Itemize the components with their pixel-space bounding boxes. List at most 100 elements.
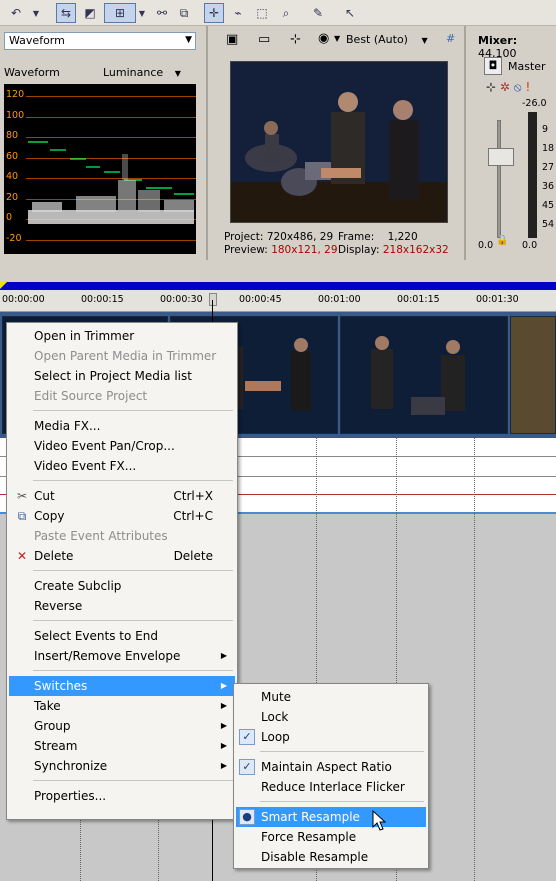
menu-separator [33, 780, 233, 781]
menu-item-shortcut: Delete [173, 549, 213, 563]
switch-item-force-resample[interactable]: Force Resample [236, 827, 426, 847]
menu-item-label: Select in Project Media list [34, 369, 192, 383]
menu-item-reverse[interactable]: Reverse [9, 596, 235, 616]
envelope-edit-tool-icon[interactable]: ⌁ [228, 3, 248, 23]
normal-edit-tool-icon[interactable]: ✛ [204, 3, 224, 23]
time-ruler[interactable]: 00:00:00 00:00:15 00:00:30 00:00:45 00:01:00… [0, 290, 556, 312]
menu-item-cut[interactable]: ✂ Cut Ctrl+X [9, 486, 235, 506]
master-bus-icon[interactable]: ◘ [484, 57, 502, 75]
switch-item-reduce-interlace-flicker[interactable]: Reduce Interlace Flicker [236, 777, 426, 797]
checkmark-icon: ✓ [239, 729, 255, 745]
menu-item-group[interactable]: Group ▶ [9, 716, 235, 736]
switch-item-smart-resample[interactable]: Smart Resample [236, 807, 426, 827]
ruler-time-label: 00:01:30 [476, 294, 519, 305]
menu-item-label: Paste Event Attributes [34, 529, 168, 543]
menu-item-media-fx[interactable]: Media FX... [9, 416, 235, 436]
switch-item-mute[interactable]: Mute [236, 687, 426, 707]
meter-scale-label: 18 [542, 143, 555, 154]
menu-item-create-subclip[interactable]: Create Subclip [9, 576, 235, 596]
overlays-icon[interactable]: # [446, 32, 455, 45]
submenu-arrow-icon: ▶ [220, 721, 227, 730]
chevron-down-icon: ▼ [421, 36, 428, 45]
ruler-time-label: 00:01:00 [318, 294, 361, 305]
whats-this-help-icon[interactable]: ↖ [340, 3, 360, 23]
menu-item-label: Create Subclip [34, 579, 122, 593]
channel-value: Luminance [103, 66, 164, 79]
chevron-down-icon[interactable]: ▼ [334, 34, 340, 43]
context-menu: Open in Trimmer Open Parent Media in Trim… [6, 322, 238, 820]
switches-submenu: Mute Lock Loop ✓ Maintain Aspect Ratio ✓ Reduc… [233, 683, 429, 869]
project-info: Project: 720x486, 29 [224, 231, 333, 243]
frame-label: Frame: [338, 231, 375, 243]
video-fx-icon[interactable]: ⊹ [290, 32, 301, 47]
menu-item-switches[interactable]: Switches ▶ [9, 676, 235, 696]
loop-region-bar[interactable] [0, 282, 556, 290]
undo-history-dropdown-icon[interactable]: ▼ [30, 3, 42, 23]
menu-item-synchronize[interactable]: Synchronize ▶ [9, 756, 235, 776]
crossfade-icon[interactable]: ⊞ [104, 3, 136, 23]
pan-icon[interactable]: ⊹ [486, 80, 496, 94]
menu-item-stream[interactable]: Stream ▶ [9, 736, 235, 756]
display-info: Display: 218x162x32 [338, 244, 449, 256]
scope-mode-select[interactable]: Waveform ▼ [4, 32, 196, 50]
switch-item-disable-resample[interactable]: Disable Resample [236, 847, 426, 867]
menu-separator [33, 570, 233, 571]
meter-scale-label: 9 [542, 124, 549, 135]
split-screen-icon[interactable]: ◉ [318, 31, 329, 46]
mouse-pointer-icon [372, 810, 387, 831]
switch-item-loop[interactable]: Loop [236, 727, 426, 747]
menu-separator [33, 480, 233, 481]
event-grouping-icon[interactable]: ⚯ [152, 3, 172, 23]
snapping-icon[interactable]: ◩ [80, 3, 100, 23]
submenu-arrow-icon: ▶ [220, 681, 227, 690]
paint-brush-icon[interactable]: ✎ [308, 3, 328, 23]
menu-item-label: Switches [34, 679, 88, 693]
menu-item-open-in-trimmer[interactable]: Open in Trimmer [9, 326, 235, 346]
scope-level-label: -20 [6, 232, 22, 244]
preview-value: 180x121, 29 [271, 244, 338, 256]
submenu-arrow-icon: ▶ [220, 741, 227, 750]
switch-item-lock[interactable]: Lock [236, 707, 426, 727]
lock-icon[interactable]: 🔒 [496, 235, 508, 246]
selection-edit-tool-icon[interactable]: ⬚ [252, 3, 272, 23]
lock-envelopes-icon[interactable]: ⧉ [174, 3, 194, 23]
preview-quality-value: Best (Auto) [346, 33, 408, 46]
panel-divider[interactable] [464, 26, 466, 260]
preview-quality-select[interactable]: Best (Auto) ▼ [346, 33, 428, 46]
undo-icon[interactable]: ↶ [6, 3, 26, 23]
crossfade-dropdown-icon[interactable]: ▼ [136, 3, 148, 23]
menu-item-label: Reverse [34, 599, 83, 613]
ruler-time-label: 00:01:15 [397, 294, 440, 305]
menu-item-insert-remove-envelope[interactable]: Insert/Remove Envelope ▶ [9, 646, 235, 666]
no-mute-icon[interactable]: ⦸ [514, 80, 522, 94]
fx-icon[interactable]: ✲ [500, 80, 510, 94]
auto-ripple-icon[interactable]: ⇆ [56, 3, 76, 23]
level-meter [528, 112, 537, 238]
playhead-handle[interactable] [209, 293, 217, 306]
scope-level-label: 80 [6, 130, 19, 141]
warning-icon[interactable]: ! [525, 80, 530, 94]
zoom-tool-icon[interactable]: ⌕ [276, 3, 296, 23]
preview-info: Preview: 180x121, 29 [224, 244, 338, 256]
menu-item-edit-source-project: Edit Source Project [9, 386, 235, 406]
external-monitor-icon[interactable]: ▭ [258, 32, 270, 47]
volume-fader[interactable] [488, 148, 514, 166]
channel-select[interactable]: Luminance ▼ [103, 66, 181, 79]
menu-item-video-event-fx[interactable]: Video Event FX... [9, 456, 235, 476]
scope-label: Waveform [4, 66, 60, 79]
menu-item-copy[interactable]: ⧉ Copy Ctrl+C [9, 506, 235, 526]
loop-start-marker-icon[interactable] [0, 282, 7, 289]
menu-item-delete[interactable]: ✕ Delete Delete [9, 546, 235, 566]
menu-item-select-in-project-media-list[interactable]: Select in Project Media list [9, 366, 235, 386]
switch-item-maintain-aspect-ratio[interactable]: Maintain Aspect Ratio [236, 757, 426, 777]
menu-item-take[interactable]: Take ▶ [9, 696, 235, 716]
menu-item-label: Edit Source Project [34, 389, 148, 403]
menu-separator [260, 801, 424, 802]
ruler-time-label: 00:00:45 [239, 294, 282, 305]
menu-item-video-event-pan-crop[interactable]: Video Event Pan/Crop... [9, 436, 235, 456]
panel-divider[interactable] [206, 26, 208, 260]
menu-item-select-events-to-end[interactable]: Select Events to End [9, 626, 235, 646]
menu-item-properties[interactable]: Properties... [9, 786, 235, 806]
preview-properties-icon[interactable]: ▣ [226, 32, 238, 47]
menu-item-label: Reduce Interlace Flicker [261, 780, 405, 794]
